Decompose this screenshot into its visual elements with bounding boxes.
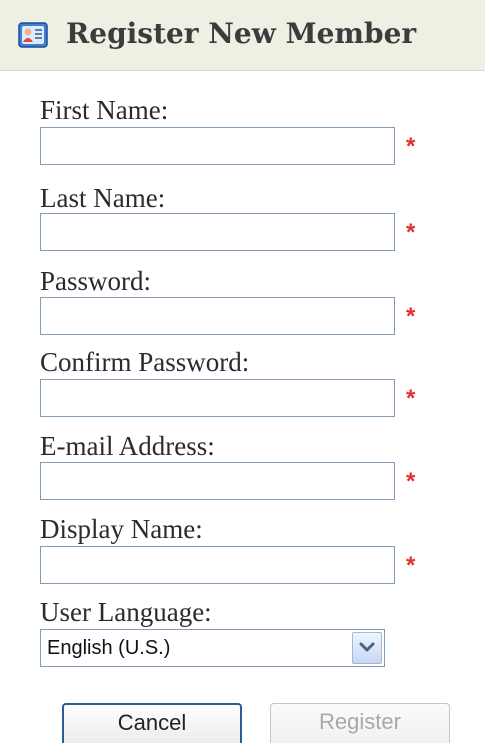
dropdown-button[interactable] — [352, 632, 382, 664]
email-label: E-mail Address: — [40, 431, 215, 461]
confirm-password-label: Confirm Password: — [40, 347, 250, 377]
display-name-label: Display Name: — [40, 514, 203, 544]
required-marker: * — [406, 219, 416, 246]
first-name-label: First Name: — [40, 95, 169, 125]
required-marker: * — [406, 552, 416, 579]
confirm-password-field[interactable] — [40, 379, 395, 417]
page-title: Register New Member — [66, 17, 417, 50]
register-button[interactable]: Register — [270, 703, 450, 743]
chevron-down-icon — [359, 642, 375, 652]
cancel-button[interactable]: Cancel — [62, 703, 242, 743]
required-marker: * — [406, 385, 416, 412]
required-marker: * — [406, 468, 416, 495]
required-marker: * — [406, 133, 416, 160]
panel-header: Register New Member — [0, 0, 485, 71]
password-label: Password: — [40, 266, 152, 296]
required-marker: * — [406, 303, 416, 330]
member-card-icon — [18, 22, 48, 48]
user-language-label: User Language: — [40, 597, 212, 627]
user-language-value: English (U.S.) — [47, 637, 171, 659]
last-name-label: Last Name: — [40, 183, 166, 213]
email-field[interactable] — [40, 462, 395, 500]
user-language-select[interactable]: English (U.S.) — [40, 629, 385, 667]
display-name-field[interactable] — [40, 546, 395, 584]
first-name-field[interactable] — [40, 127, 395, 165]
last-name-field[interactable] — [40, 213, 395, 251]
password-field[interactable] — [40, 297, 395, 335]
